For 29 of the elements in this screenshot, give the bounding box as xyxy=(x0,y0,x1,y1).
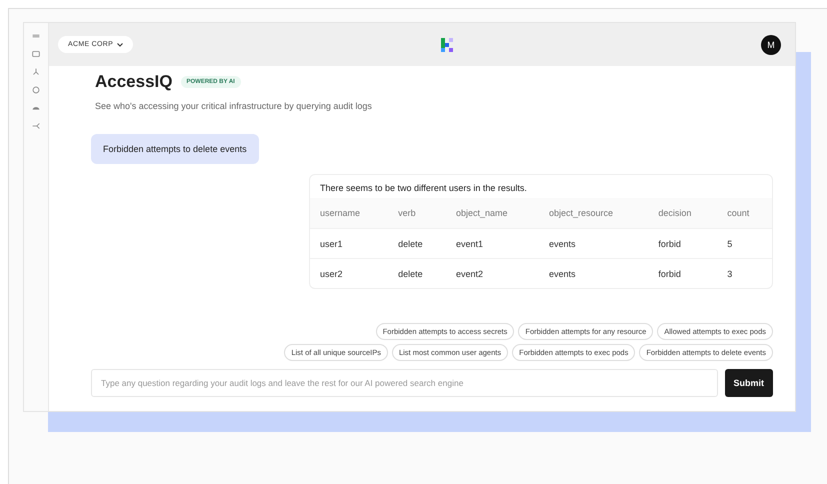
chevron-icon xyxy=(117,42,124,46)
result-summary: There seems to be two different users in the results. xyxy=(319,182,528,195)
query-bubble: Forbidden attempts to delete events xyxy=(91,134,259,164)
table-cell: forbid xyxy=(648,228,718,258)
table-cell: delete xyxy=(388,258,446,288)
table-cell: 5 xyxy=(717,228,772,258)
logo-icon xyxy=(439,36,456,52)
page-title: AccessIQ xyxy=(95,72,172,92)
table-cell: user1 xyxy=(310,228,388,258)
column-header: username xyxy=(310,198,388,228)
table-cell: user2 xyxy=(310,258,388,288)
column-header: verb xyxy=(388,198,446,228)
table-cell: forbid xyxy=(648,258,718,288)
table-cell: event1 xyxy=(446,228,540,258)
question-field[interactable]: Type any question regarding your audit logs and leave the rest for our AI powered search engine xyxy=(91,369,718,397)
table-cell: events xyxy=(539,258,648,288)
column-header: object_resource xyxy=(539,198,648,228)
user-avatar[interactable]: M xyxy=(761,34,781,54)
table-cell: event2 xyxy=(446,258,540,288)
submit-button[interactable]: Submit xyxy=(724,369,773,397)
table-cell: delete xyxy=(388,228,446,258)
column-header: object_name xyxy=(446,198,540,228)
page-subtitle: See who's accessing your critical infrastructure by querying audit logs xyxy=(95,101,373,111)
network-icon[interactable] xyxy=(31,67,41,77)
share-icon[interactable] xyxy=(31,121,41,131)
column-header: count xyxy=(717,198,772,228)
table-cell: 3 xyxy=(717,258,772,288)
table-cell: events xyxy=(539,228,648,258)
column-header: decision xyxy=(648,198,718,228)
